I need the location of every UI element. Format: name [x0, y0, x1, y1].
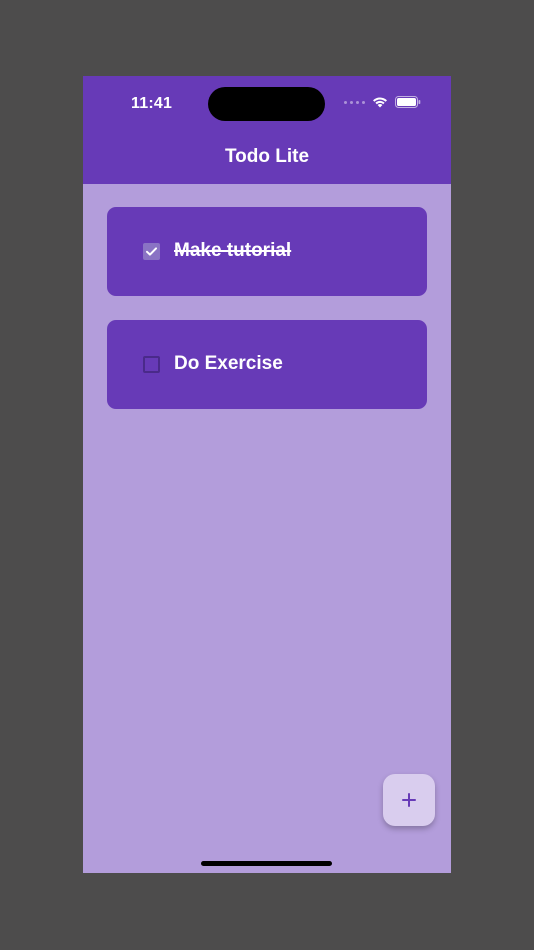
todo-label: Do Exercise: [174, 353, 283, 374]
signal-icon: [344, 100, 365, 104]
battery-icon: [395, 96, 421, 108]
todo-label: Make tutorial: [174, 240, 292, 261]
check-icon: [146, 247, 157, 256]
dynamic-island: [208, 87, 325, 121]
status-icons: [344, 96, 421, 108]
todo-item[interactable]: Make tutorial: [107, 207, 427, 296]
todo-item[interactable]: Do Exercise: [107, 320, 427, 409]
app-title: Todo Lite: [224, 146, 310, 167]
app-bar: 11:41 Todo Lite: [83, 76, 451, 184]
add-todo-button[interactable]: [383, 774, 435, 826]
home-indicator: [201, 861, 332, 866]
phone-screen: 11:41 Todo Lite Make tutorial Do Exercis…: [83, 76, 451, 873]
todo-checkbox-unchecked[interactable]: [143, 356, 160, 373]
wifi-icon: [373, 97, 387, 108]
todo-checkbox-checked[interactable]: [143, 243, 160, 260]
status-time: 11:41: [131, 95, 173, 112]
plus-icon: [402, 793, 416, 807]
